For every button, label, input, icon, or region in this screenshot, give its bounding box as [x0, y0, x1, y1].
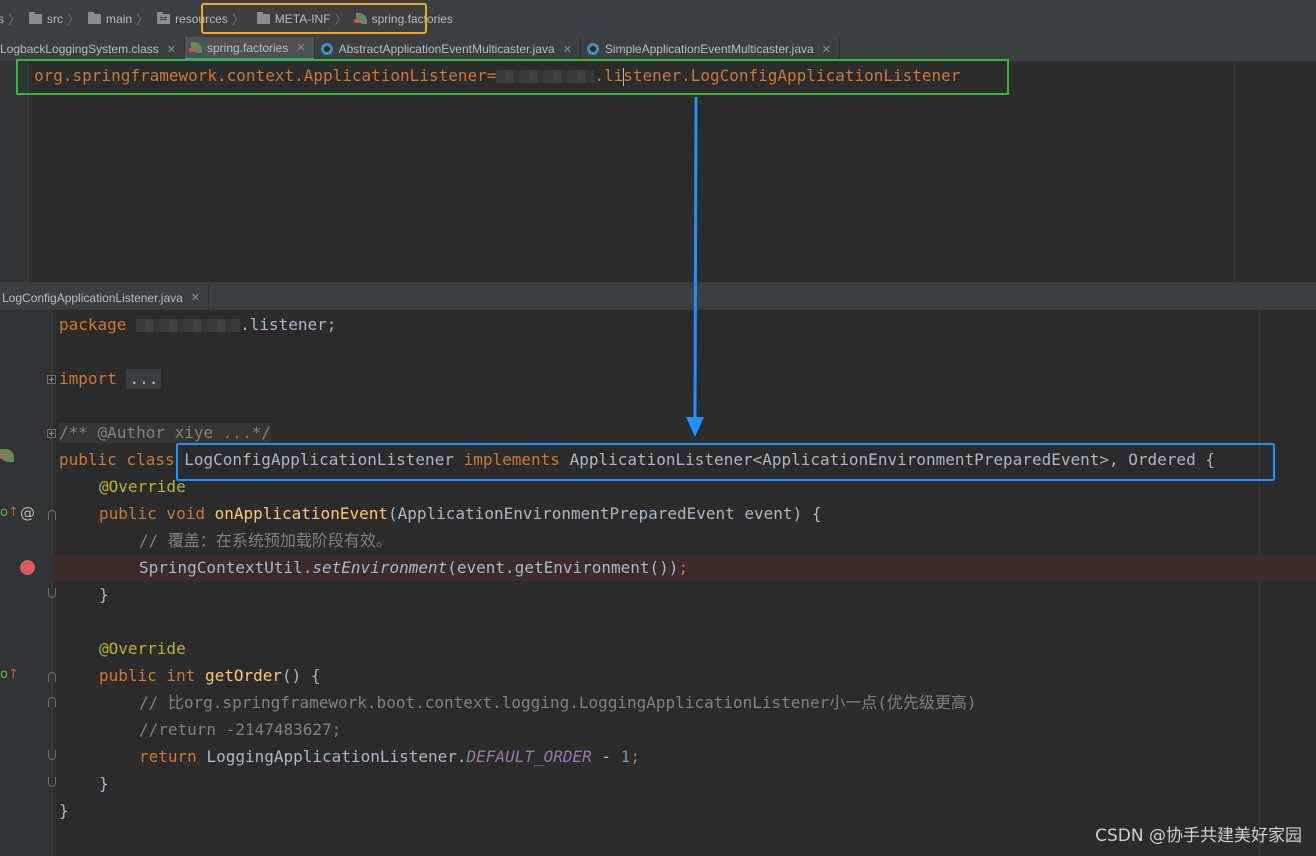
chevron-right-icon: 〉: [67, 12, 81, 27]
redacted-package: [136, 319, 241, 332]
fold-collapse-icon[interactable]: [48, 777, 56, 787]
annotation-icon[interactable]: @: [20, 504, 35, 522]
implements-method-icon[interactable]: o↑: [0, 505, 19, 520]
code-line-return[interactable]: return LoggingApplicationListener.DEFAUL…: [139, 747, 640, 767]
code-line-package[interactable]: package .listener;: [59, 315, 336, 335]
breadcrumb: s 〉 src 〉 main 〉 resources 〉 META-INF 〉 sprin…: [0, 0, 1316, 38]
chevron-right-icon: 〉: [136, 12, 150, 27]
code-line-override[interactable]: @Override: [99, 477, 186, 497]
implements-method-icon[interactable]: o↑: [0, 667, 19, 682]
close-icon[interactable]: ✕: [191, 291, 200, 304]
folded-imports[interactable]: ...: [126, 369, 162, 389]
folder-icon: [88, 11, 102, 24]
close-icon[interactable]: ✕: [822, 43, 831, 56]
code-line-comment[interactable]: // 覆盖：在系统预加载阶段有效。: [139, 531, 392, 551]
bottom-tab-bar: LogConfigApplicationListener.java ✕: [0, 285, 1316, 311]
code-line-close-brace[interactable]: }: [59, 801, 69, 821]
resources-folder-icon: [157, 11, 171, 24]
code-line-close-brace[interactable]: }: [99, 585, 109, 605]
annotation-arrow: [686, 96, 704, 437]
class-icon: [586, 43, 599, 55]
close-icon[interactable]: ✕: [296, 41, 305, 54]
fold-expand-icon[interactable]: [47, 375, 56, 384]
arrow-shaft: [693, 96, 698, 421]
top-editor[interactable]: org.springframework.context.ApplicationL…: [0, 62, 1316, 282]
breakpoint-icon[interactable]: [20, 560, 35, 575]
tab-abstract-application-event-multicaster[interactable]: AbstractApplicationEventMulticaster.java…: [315, 37, 581, 61]
code-line-method-get-order[interactable]: public int getOrder() {: [99, 666, 321, 686]
folder-icon: [29, 11, 43, 24]
breadcrumb-item-src[interactable]: src 〉: [27, 8, 86, 30]
fold-collapse-icon[interactable]: [48, 697, 56, 707]
code-line-import[interactable]: import ...: [59, 369, 162, 389]
fold-collapse-icon[interactable]: [48, 750, 56, 760]
highlight-box-factories-entry: [16, 59, 1009, 95]
breadcrumb-item-project[interactable]: s 〉: [0, 8, 27, 30]
tab-logback-logging-system[interactable]: LogbackLoggingSystem.class ✕: [0, 37, 185, 61]
highlight-box-class-declaration: [176, 443, 1275, 481]
spring-bean-icon[interactable]: [0, 449, 19, 466]
bottom-editor-gutter: [0, 310, 53, 856]
code-line-set-environment[interactable]: SpringContextUtil.setEnvironment(event.g…: [139, 558, 688, 578]
code-line-comment[interactable]: //return -2147483627;: [139, 720, 341, 740]
spring-leaf-icon: [188, 42, 202, 53]
code-line-comment[interactable]: // 比org.springframework.boot.context.log…: [139, 693, 977, 713]
code-line-doc-comment[interactable]: /** @Author xiye ...*/: [59, 423, 271, 443]
fold-collapse-icon[interactable]: [48, 672, 56, 682]
right-margin-guide: [1259, 310, 1260, 856]
fold-collapse-icon[interactable]: [48, 588, 56, 598]
close-icon[interactable]: ✕: [563, 43, 572, 56]
tab-simple-application-event-multicaster[interactable]: SimpleApplicationEventMulticaster.java ✕: [581, 37, 840, 61]
breadcrumb-item-main[interactable]: main 〉: [86, 8, 155, 30]
arrow-head: [686, 417, 704, 437]
tab-log-config-application-listener[interactable]: LogConfigApplicationListener.java ✕: [0, 285, 210, 310]
code-line-override[interactable]: @Override: [99, 639, 186, 659]
tab-spring-factories[interactable]: spring.factories ✕: [184, 37, 315, 61]
watermark: CSDN @协手共建美好家园: [1095, 826, 1302, 846]
highlight-box-breadcrumb: [201, 3, 427, 34]
class-icon: [320, 43, 333, 55]
chevron-right-icon: 〉: [8, 12, 22, 27]
fold-collapse-icon[interactable]: [48, 510, 56, 520]
right-margin-guide: [1234, 62, 1235, 282]
code-line-method-on-application-event[interactable]: public void onApplicationEvent(Applicati…: [99, 504, 821, 524]
fold-expand-icon[interactable]: [47, 429, 56, 438]
bottom-editor[interactable]: o↑ @ o↑ package .listener; import ... /*…: [0, 310, 1316, 856]
top-editor-gutter: [0, 62, 29, 282]
close-icon[interactable]: ✕: [167, 43, 176, 56]
code-line-close-brace[interactable]: }: [99, 774, 109, 794]
